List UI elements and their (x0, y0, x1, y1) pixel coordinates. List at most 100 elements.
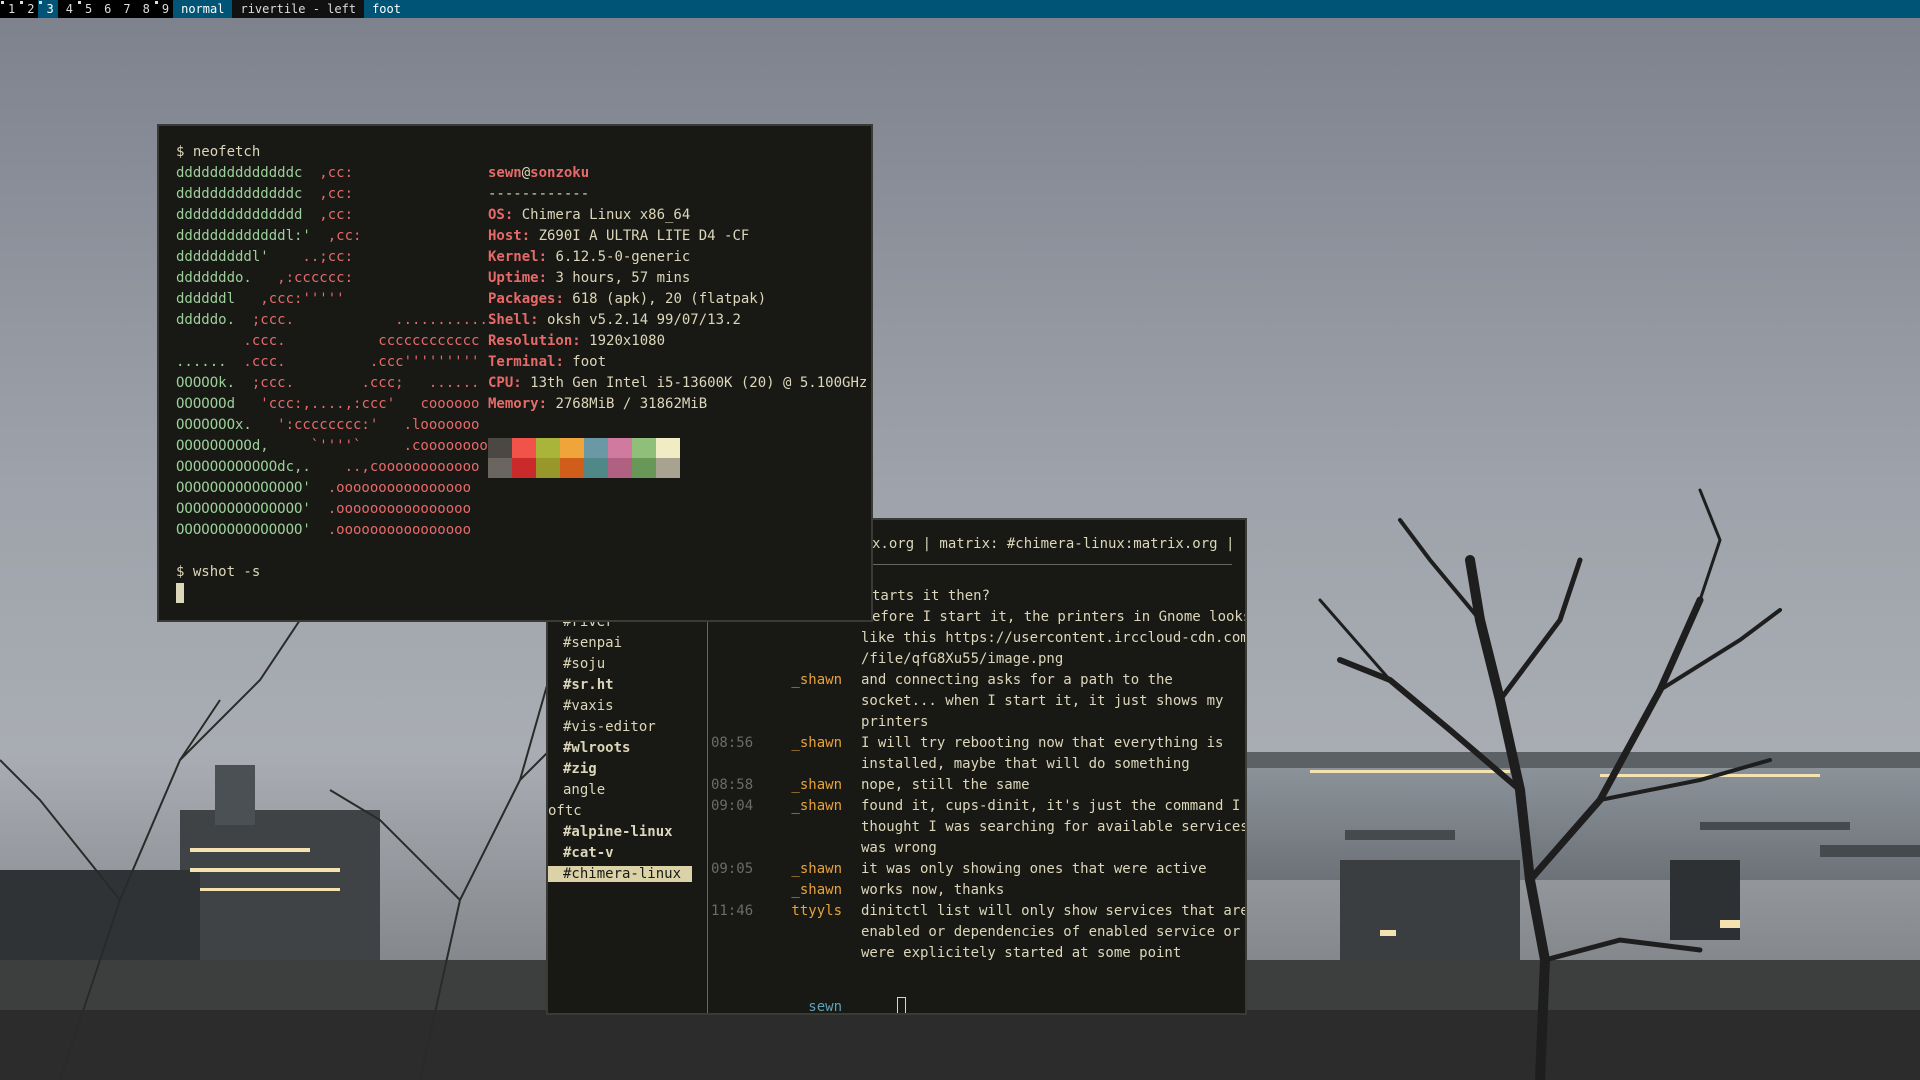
channel-item[interactable]: #vis-editor (563, 717, 656, 738)
info-value: 2768MiB / 31862MiB (555, 396, 708, 412)
channel-name: #alpine-linux (563, 824, 673, 840)
logo-line: ddddddddddddddd ,cc: (176, 205, 496, 226)
tag-7[interactable]: 7 (115, 0, 135, 18)
message-text: thought I was searching for available se… (861, 819, 1247, 835)
palette-swatch (656, 458, 680, 478)
info-line: CPU: 13th Gen Intel i5-13600K (20) @ 5.1… (488, 375, 868, 391)
message-nick[interactable]: _shawn (707, 796, 842, 817)
occupied-indicator (39, 1, 43, 4)
channel-item[interactable]: #chimera-linux (548, 864, 693, 885)
palette-swatch (608, 438, 632, 458)
logo-right: ,cc: (310, 228, 362, 244)
palette-swatch (632, 458, 656, 478)
logo-left: OOOOOOOOOd, (176, 438, 269, 454)
info-label: Kernel (488, 249, 539, 265)
shell-prompt-2: $ wshot -s (176, 564, 261, 580)
tag-list: 123456789 (0, 0, 174, 18)
logo-right: .oooooooooooooooo (310, 480, 472, 496)
channel-item[interactable]: #senpai (563, 633, 622, 654)
channel-item[interactable]: #sr.ht (563, 675, 614, 696)
hostname: sonzoku (530, 165, 590, 181)
channel-item[interactable]: #alpine-linux (563, 822, 673, 843)
info-line: Terminal: foot (488, 354, 607, 370)
channel-item[interactable]: #wlroots (563, 738, 630, 759)
message-nick[interactable]: _shawn (707, 859, 842, 880)
info-line: Host: Z690I A ULTRA LITE D4 -CF (488, 228, 750, 244)
message-text: installed, maybe that will do something (861, 756, 1190, 772)
message-text: dinitctl list will only show services th… (861, 903, 1247, 919)
logo-line: OOOOOOOOOd, `''''` .coooooooo (176, 436, 496, 457)
info-line: Packages: 618 (apk), 20 (flatpak) (488, 291, 767, 307)
occupied-indicator (154, 1, 158, 4)
logo-left: OOOOOk. (176, 375, 236, 391)
channel-item[interactable]: #cat-v (563, 843, 614, 864)
logo-left: OOOOOOOx. (176, 417, 252, 433)
info-value: 6.12.5-0-generic (555, 249, 691, 265)
message-nick[interactable]: _shawn (707, 733, 842, 754)
logo-right: ,cc: (302, 207, 354, 223)
logo-right: ,ccc:''''' (235, 291, 345, 307)
info-value: 618 (apk), 20 (flatpak) (572, 291, 767, 307)
logo-line: OOOOOOOOOOOOOOO' .oooooooooooooooo (176, 520, 496, 541)
message-text: works now, thanks (861, 882, 1005, 898)
message-text: was wrong (861, 840, 937, 856)
logo-left: ...... (176, 354, 227, 370)
message-nick[interactable]: _shawn (707, 775, 842, 796)
logo-left: ddddddddddddddd (176, 207, 303, 223)
palette-swatch (560, 458, 584, 478)
info-label: Shell (488, 312, 531, 328)
channel-item[interactable]: #zig (563, 759, 597, 780)
logo-right: ;ccc. ............ (235, 312, 497, 328)
channel-item[interactable]: oftc (548, 801, 582, 822)
channel-name: #chimera-linux (548, 866, 693, 882)
message-input[interactable] (896, 997, 906, 1013)
tag-1[interactable]: 1 (0, 0, 20, 18)
message-text: like this https://usercontent.irccloud-c… (861, 630, 1247, 646)
tag-5[interactable]: 5 (76, 0, 97, 18)
message-text: efore I start it, the printers in Gnome … (872, 609, 1247, 625)
logo-line: OOOOOOOOOOOOdc,. ..,coooooooooooo (176, 457, 496, 478)
logo-left: OOOOOOOOOOOOOOO' (176, 480, 311, 496)
message-nick[interactable]: _shawn (707, 670, 842, 691)
info-value: oksh v5.2.14 99/07/13.2 (547, 312, 741, 328)
channel-item[interactable]: angle (563, 780, 605, 801)
palette-swatch (512, 458, 536, 478)
info-label: Terminal (488, 354, 556, 370)
system-info: sewn@sonzoku ------------ OS: Chimera Li… (488, 163, 867, 415)
tag-3[interactable]: 3 (38, 0, 58, 18)
logo-left: ddddddl (176, 291, 236, 307)
at-sign: @ (521, 165, 531, 181)
logo-right: ..,coooooooooooo (310, 459, 480, 475)
info-value: foot (572, 354, 607, 370)
tag-4[interactable]: 4 (57, 0, 77, 18)
channel-topic: x.org | matrix: #chimera-linux:matrix.or… (872, 536, 1247, 552)
palette-swatch (512, 438, 536, 458)
info-value: Chimera Linux x86_64 (521, 207, 691, 223)
self-nick: sewn (808, 999, 842, 1015)
info-label: Memory (488, 396, 539, 412)
channel-name: #cat-v (563, 845, 614, 861)
message-nick[interactable]: _shawn (707, 880, 842, 901)
channel-name: #wlroots (563, 740, 631, 756)
info-line: Memory: 2768MiB / 31862MiB (488, 396, 708, 412)
logo-right: .oooooooooooooooo (310, 501, 472, 517)
tag-8[interactable]: 8 (134, 0, 154, 18)
logo-line: OOOOOk. ;ccc. .ccc; ...... (176, 373, 496, 394)
channel-item[interactable]: #soju (563, 654, 605, 675)
tag-9[interactable]: 9 (153, 0, 174, 18)
tag-6[interactable]: 6 (96, 0, 116, 18)
channel-name: #zig (563, 761, 597, 777)
logo-line: ddddddl ,ccc:''''' (176, 289, 496, 310)
message-text: and connecting asks for a path to the (861, 672, 1173, 688)
terminal-window-neofetch[interactable]: $ neofetch ddddddddddddddc ,cc: ddddddddd… (157, 124, 873, 622)
logo-left: ddddddddddddddc (176, 186, 303, 202)
message-nick[interactable]: ttyyls (707, 901, 842, 922)
mode-indicator: normal (173, 0, 233, 18)
text-cursor (176, 583, 184, 603)
topic-divider (872, 564, 1232, 565)
tag-2[interactable]: 2 (19, 0, 39, 18)
layout-indicator[interactable]: rivertile - left (232, 0, 365, 18)
logo-right: .ccc. .ccc''''''''' (226, 354, 480, 370)
logo-line: OOOOOOOx. ':cccccccc:' .looooooo (176, 415, 496, 436)
channel-item[interactable]: #vaxis (563, 696, 614, 717)
